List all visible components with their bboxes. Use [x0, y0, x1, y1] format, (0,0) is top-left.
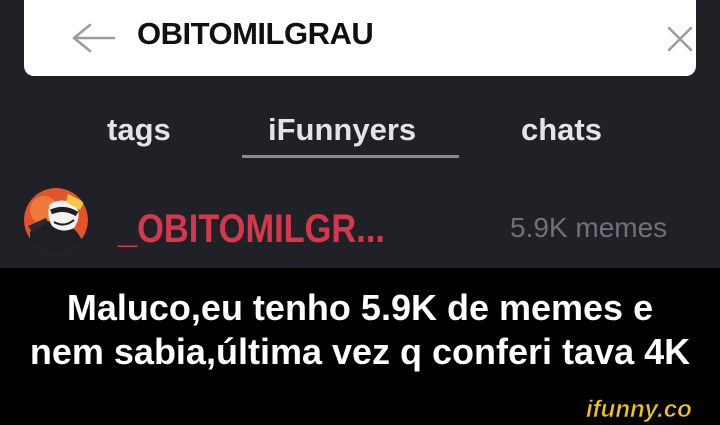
tab-ifunnyers[interactable]: iFunnyers: [268, 108, 416, 152]
back-arrow-icon[interactable]: [68, 20, 116, 56]
close-icon[interactable]: [667, 26, 693, 52]
caption-line-1: Maluco,eu tenho 5.9K de memes e: [66, 287, 654, 328]
result-username[interactable]: _OBITOMILGR...: [118, 204, 385, 254]
user-avatar[interactable]: [24, 188, 88, 252]
caption-line-2: nem sabia,última vez q conferi tava 4K: [29, 331, 691, 372]
tab-tags[interactable]: tags: [107, 108, 171, 152]
search-screen: OBITOMILGRAU tags iFunnyers chats _OBITO…: [0, 0, 720, 268]
ifunny-watermark-logo: ifunny.co: [586, 396, 692, 424]
tab-chats[interactable]: chats: [521, 108, 602, 152]
search-input[interactable]: OBITOMILGRAU: [137, 12, 374, 56]
search-bar[interactable]: OBITOMILGRAU: [24, 0, 696, 76]
watermark-text: ifunny.co: [586, 396, 692, 423]
meme-caption: Maluco,eu tenho 5.9K de memes e nem sabi…: [0, 286, 720, 374]
avatar-image: [24, 188, 88, 252]
result-meme-count: 5.9K memes: [510, 212, 668, 243]
active-tab-indicator: [242, 155, 459, 158]
